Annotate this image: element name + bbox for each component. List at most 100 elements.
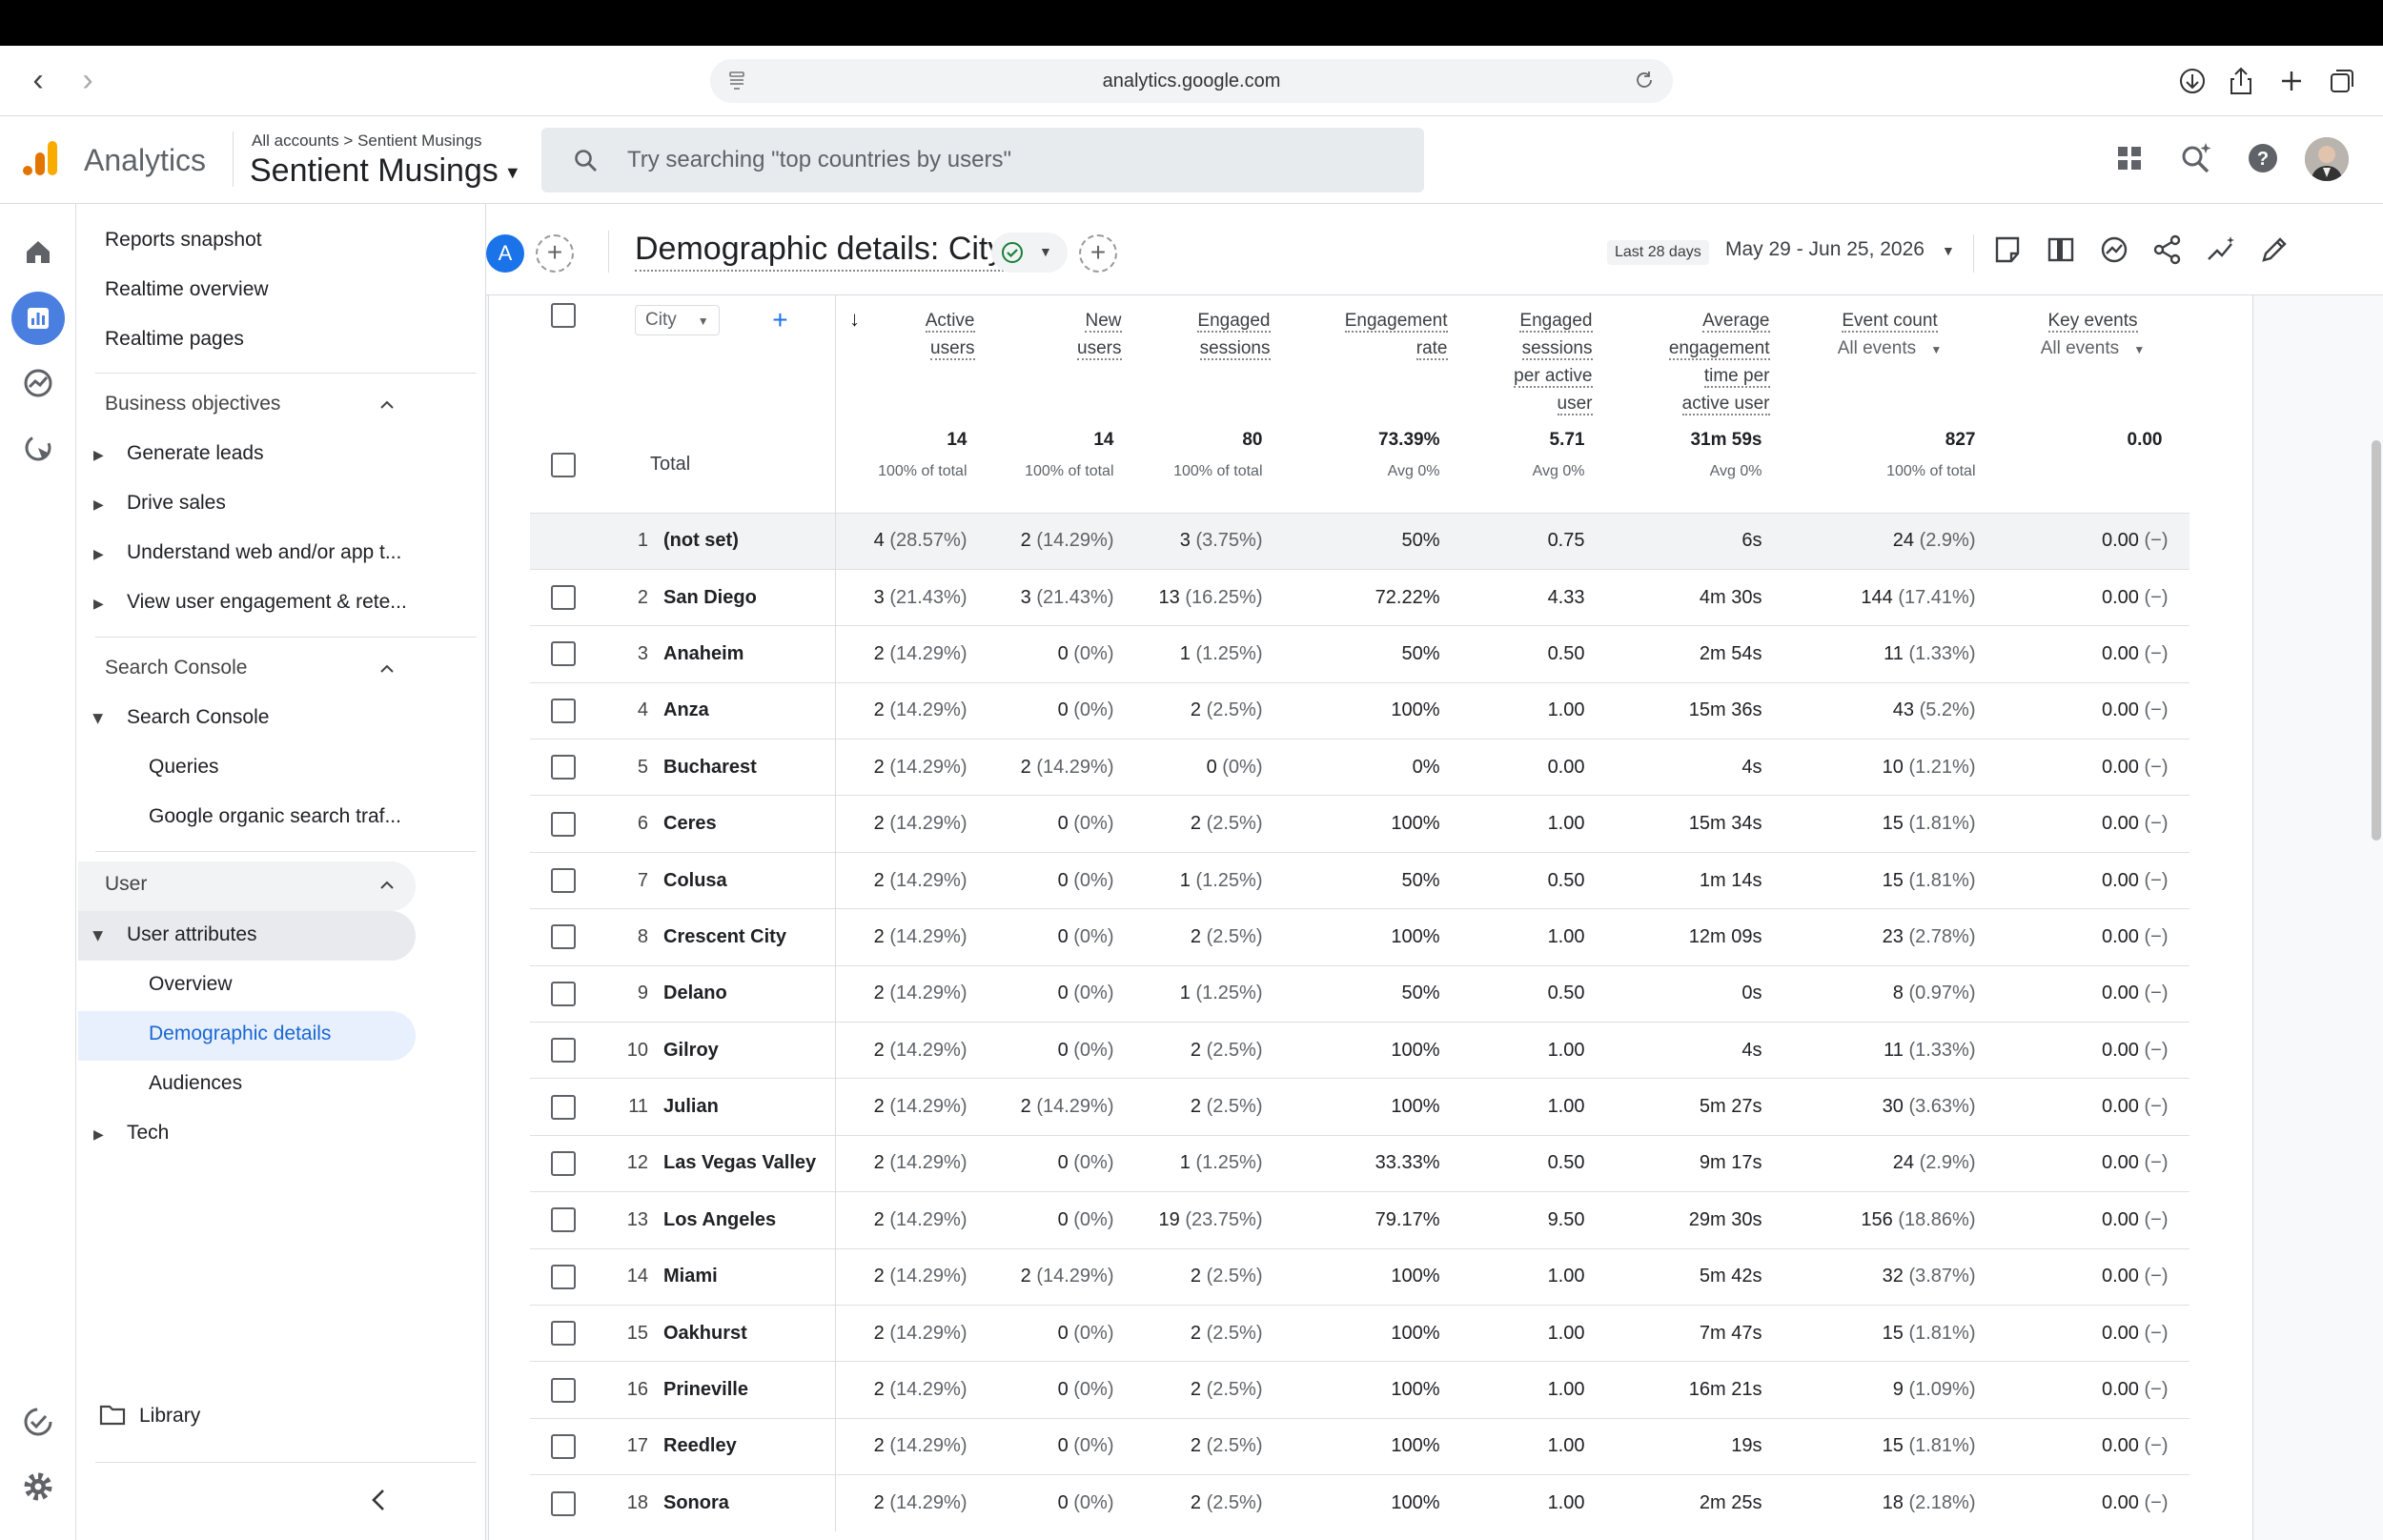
row-city[interactable]: Reedley xyxy=(663,1417,835,1475)
row-checkbox[interactable] xyxy=(551,1377,576,1403)
row-city[interactable]: Miami xyxy=(663,1247,835,1306)
table-row[interactable]: 16 Prineville 2 (14.29%) 0 (0%) 2 (2.5%) 100%… xyxy=(530,1361,2190,1419)
row-checkbox[interactable] xyxy=(551,641,576,667)
share-icon[interactable] xyxy=(2225,65,2257,97)
explore-icon[interactable] xyxy=(19,364,57,402)
expand-arrow-icon[interactable]: ▶ xyxy=(93,496,104,513)
row-city[interactable]: Anza xyxy=(663,681,835,740)
section-search-console[interactable]: Search Console xyxy=(105,657,247,679)
row-checkbox[interactable] xyxy=(551,1150,576,1176)
search-bar[interactable] xyxy=(541,128,1424,192)
user-avatar[interactable] xyxy=(2305,137,2349,181)
header-active-users[interactable]: ↓ Active users xyxy=(836,295,988,417)
download-icon[interactable] xyxy=(2176,65,2209,97)
row-city[interactable]: Anaheim xyxy=(663,625,835,683)
table-row[interactable]: 14 Miami 2 (14.29%) 2 (14.29%) 2 (2.5%) 100% 1… xyxy=(530,1247,2190,1306)
select-all-checkbox[interactable] xyxy=(551,303,576,328)
table-row[interactable]: 8 Crescent City 2 (14.29%) 0 (0%) 2 (2.5%) 10… xyxy=(530,908,2190,966)
row-city[interactable]: Sonora xyxy=(663,1474,835,1532)
table-row[interactable]: 12 Las Vegas Valley 2 (14.29%) 0 (0%) 1 (1.2… xyxy=(530,1134,2190,1192)
row-checkbox[interactable] xyxy=(551,585,576,611)
reload-icon[interactable] xyxy=(1633,69,1656,91)
row-city[interactable]: Gilroy xyxy=(663,1022,835,1079)
collapse-arrow-icon[interactable]: ▶ xyxy=(91,714,107,724)
expand-arrow-icon[interactable]: ▶ xyxy=(93,596,104,612)
expand-arrow-icon[interactable]: ▶ xyxy=(93,447,104,463)
row-checkbox[interactable] xyxy=(551,924,576,950)
table-row[interactable]: 9 Delano 2 (14.29%) 0 (0%) 1 (1.25%) 50% 0.50 0… xyxy=(530,964,2190,1023)
table-row[interactable]: 18 Sonora 2 (14.29%) 0 (0%) 2 (2.5%) 100% 1.00… xyxy=(530,1474,2190,1532)
header-engagement-rate[interactable]: Engagement rate xyxy=(1284,295,1461,417)
share-report-icon[interactable] xyxy=(2150,233,2185,267)
breadcrumb-root[interactable]: All accounts xyxy=(252,132,339,150)
dimension-selector[interactable]: City ▼ xyxy=(635,305,720,336)
collapse-arrow-icon[interactable]: ▶ xyxy=(91,931,107,942)
row-city[interactable]: San Diego xyxy=(663,568,835,626)
collapse-sidebar-icon[interactable] xyxy=(368,1487,391,1513)
settings-gear-icon[interactable] xyxy=(19,1468,57,1506)
row-checkbox[interactable] xyxy=(551,1207,576,1233)
nav-realtime-overview[interactable]: Realtime overview xyxy=(105,278,269,301)
home-icon[interactable] xyxy=(19,233,57,271)
nav-user-attributes[interactable]: User attributes xyxy=(127,923,257,946)
property-selector[interactable]: Sentient Musings ▼ xyxy=(250,152,521,190)
add-dimension-icon[interactable]: + xyxy=(772,305,787,335)
key-event-filter-dropdown[interactable]: All events ▼ xyxy=(2041,338,2146,358)
table-row[interactable]: 15 Oakhurst 2 (14.29%) 0 (0%) 2 (2.5%) 100% 1.… xyxy=(530,1304,2190,1362)
row-city[interactable]: Colusa xyxy=(663,851,835,909)
reports-icon[interactable] xyxy=(19,299,57,337)
row-checkbox[interactable] xyxy=(551,1264,576,1289)
row-city[interactable]: Oakhurst xyxy=(663,1304,835,1362)
page-title[interactable]: Demographic details: City xyxy=(635,231,1005,272)
header-avg-engagement[interactable]: Average engagement time per active user xyxy=(1606,295,1783,417)
nav-search-console[interactable]: Search Console xyxy=(127,706,269,729)
row-city[interactable]: Ceres xyxy=(663,795,835,853)
row-city[interactable]: Las Vegas Valley xyxy=(663,1134,835,1192)
nav-demographic-details[interactable]: Demographic details xyxy=(149,1023,331,1045)
expand-arrow-icon[interactable]: ▶ xyxy=(93,1126,104,1143)
table-row[interactable]: 17 Reedley 2 (14.29%) 0 (0%) 2 (2.5%) 100% 1.0… xyxy=(530,1417,2190,1475)
table-row[interactable]: 1 (not set) 4 (28.57%) 2 (14.29%) 3 (3.75%) 5… xyxy=(530,512,2190,570)
table-row[interactable]: 13 Los Angeles 2 (14.29%) 0 (0%) 19 (23.75%)… xyxy=(530,1191,2190,1249)
row-city[interactable]: Prineville xyxy=(663,1361,835,1419)
table-row[interactable]: 11 Julian 2 (14.29%) 2 (14.29%) 2 (2.5%) 100%… xyxy=(530,1078,2190,1136)
advertising-icon[interactable] xyxy=(19,429,57,467)
address-bar[interactable]: analytics.google.com xyxy=(710,59,1673,103)
row-checkbox[interactable] xyxy=(551,981,576,1006)
nav-queries[interactable]: Queries xyxy=(149,756,219,779)
table-row[interactable]: 7 Colusa 2 (14.29%) 0 (0%) 1 (1.25%) 50% 0.50 1… xyxy=(530,851,2190,909)
new-tab-icon[interactable] xyxy=(2275,65,2308,97)
insights-note-icon[interactable] xyxy=(1990,233,2025,267)
insights-icon[interactable] xyxy=(2097,233,2131,267)
forward-icon[interactable]: › xyxy=(69,63,107,101)
nav-library[interactable]: Library xyxy=(139,1405,200,1428)
row-checkbox[interactable] xyxy=(551,1433,576,1459)
compare-icon[interactable] xyxy=(2044,233,2078,267)
header-new-users[interactable]: New users xyxy=(988,295,1135,417)
table-row[interactable]: 5 Bucharest 2 (14.29%) 2 (14.29%) 0 (0%) 0% 0.… xyxy=(530,739,2190,796)
header-engaged-per-user[interactable]: Engaged sessions per active user xyxy=(1461,295,1606,417)
header-key-events[interactable]: Key events All events ▼ xyxy=(1997,295,2190,417)
edit-pencil-icon[interactable] xyxy=(2257,233,2291,267)
row-checkbox[interactable] xyxy=(551,1490,576,1516)
row-checkbox[interactable] xyxy=(551,698,576,723)
nav-google-organic[interactable]: Google organic search traf... xyxy=(149,805,401,828)
table-row[interactable]: 10 Gilroy 2 (14.29%) 0 (0%) 2 (2.5%) 100% 1.00… xyxy=(530,1022,2190,1079)
table-row[interactable]: 3 Anaheim 2 (14.29%) 0 (0%) 1 (1.25%) 50% 0.50… xyxy=(530,625,2190,683)
event-filter-dropdown[interactable]: All events ▼ xyxy=(1838,338,1943,358)
nav-generate-leads[interactable]: Generate leads xyxy=(127,442,264,465)
help-icon[interactable]: ? xyxy=(2244,139,2282,177)
account-breadcrumb[interactable]: All accounts > Sentient Musings xyxy=(252,132,481,151)
row-city[interactable]: Los Angeles xyxy=(663,1191,835,1249)
back-icon[interactable]: ‹ xyxy=(19,63,57,101)
tab-overview-icon[interactable] xyxy=(2326,65,2358,97)
table-row[interactable]: 6 Ceres 2 (14.29%) 0 (0%) 2 (2.5%) 100% 1.00 15… xyxy=(530,795,2190,853)
row-checkbox[interactable] xyxy=(551,868,576,894)
section-user[interactable]: User xyxy=(105,873,147,896)
row-city[interactable]: Julian xyxy=(663,1078,835,1136)
row-checkbox[interactable] xyxy=(551,755,576,780)
analytics-logo-icon[interactable] xyxy=(21,139,59,177)
sort-descending-icon[interactable]: ↓ xyxy=(849,305,860,333)
nav-drive-sales[interactable]: Drive sales xyxy=(127,492,226,515)
section-business-objectives[interactable]: Business objectives xyxy=(105,393,280,415)
